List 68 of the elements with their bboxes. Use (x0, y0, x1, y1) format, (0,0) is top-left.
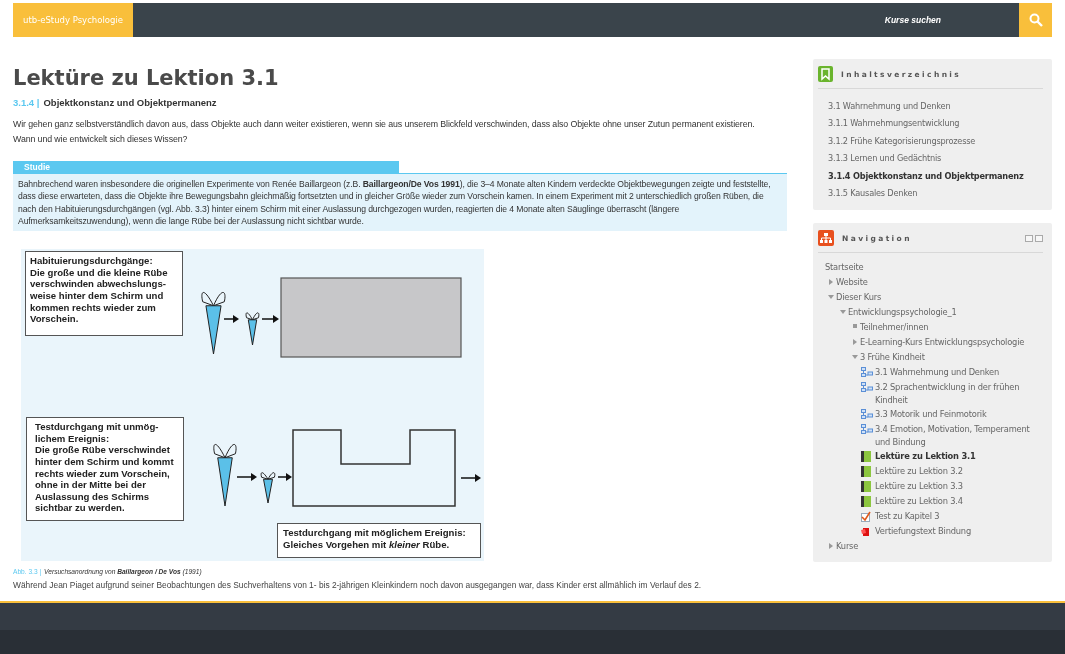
section-title: Objektkonstanz und Objektpermanenz (43, 97, 217, 108)
nav-link[interactable]: Vertiefungstext Bindung (875, 524, 971, 539)
search-button[interactable] (1019, 3, 1052, 37)
caret-down-icon[interactable] (839, 309, 846, 316)
carrot-drawing (245, 312, 260, 346)
pdf-icon (861, 527, 871, 538)
nav-link[interactable]: 3.3 Motorik und Feinmotorik (875, 407, 987, 422)
intro-text: Wir gehen ganz selbstverständlich davon aus, dass Objekte auch dann weiter existieren, wenn sie aus unserem Blickfeld verschwinden, dass also Objekte ohne unser Zutun permanent existieren. (13, 118, 756, 131)
figure-label: Testdurchgang mit unmög- lichem Ereignis: Die große Rübe verschwindet hinter dem Schirm und kommt rechts wieder zum Vorschein, ohne in der Mitte bei der Auslassung des Schirms sichtbar zu werden. (26, 417, 184, 522)
search-icon (1028, 13, 1043, 27)
arrow (460, 474, 481, 483)
checkmark-icon (861, 511, 871, 523)
bullet-icon (852, 324, 857, 329)
nav-link[interactable]: Startseite (825, 260, 864, 275)
toc-link[interactable]: 3.1.5 Kausales Denken (828, 185, 1043, 203)
collapse-control[interactable] (1025, 234, 1033, 242)
search-label: Kurse suchen (884, 15, 941, 25)
nav-link[interactable]: Dieser Kurs (836, 290, 882, 305)
nav-link[interactable]: 3.2 Sprachentwicklung in der frühen Kindheit (875, 380, 1043, 408)
toc-link[interactable]: 3.1.3 Lernen und Gedächtnis (828, 150, 1043, 168)
nav-link[interactable]: 3.1 Wahrnehmung und Denken (875, 365, 1000, 380)
nav-link[interactable]: Teilnehmer/innen (860, 320, 929, 335)
section-number: 3.1.4 | (13, 97, 40, 108)
book-icon (861, 451, 871, 463)
study-label: Studie (13, 161, 399, 173)
sitemap-icon (818, 230, 834, 247)
bookmark-icon (818, 66, 833, 82)
book-icon (861, 481, 871, 493)
body-text: Während Jean Piaget aufgrund seiner Beobachtungen des Suchverhaltens von 1- bis 2-jährigen Kleinkindern noch davon ausgegangen war, dass Kinder erst allmählich im Verlauf des 2. (13, 580, 703, 592)
arrow (236, 473, 257, 482)
nav-link[interactable]: E-Learning-Kurs Entwicklungspsychologie (860, 335, 1025, 350)
carrot-drawing (260, 472, 276, 504)
arrow (277, 473, 292, 482)
intro-text: Wann und wie entwickelt sich dieses Wissen? (13, 133, 189, 146)
sitemap-icon (861, 367, 873, 379)
sitemap-icon (861, 382, 873, 394)
carrot-drawing (213, 444, 237, 507)
caret-right-icon[interactable] (827, 543, 834, 550)
caret-down-icon[interactable] (827, 294, 834, 301)
dock-control[interactable] (1035, 234, 1043, 242)
nav-link[interactable]: 3 Frühe Kindheit (860, 350, 925, 365)
toc-link[interactable]: 3.1.1 Wahrnehmungsentwicklung (828, 115, 1043, 133)
nav-link[interactable]: Lektüre zu Lektion 3.3 (875, 479, 963, 494)
toc-link[interactable]: 3.1.2 Frühe Kategorisierungsprozesse (828, 132, 1043, 151)
caret-right-icon[interactable] (827, 279, 834, 286)
nav-link[interactable]: Lektüre zu Lektion 3.1 (875, 449, 976, 464)
caret-down-icon[interactable] (851, 354, 858, 361)
caret-right-icon[interactable] (851, 339, 858, 346)
nav-link[interactable]: 3.4 Emotion, Motivation, Temperament und Bindung (875, 422, 1043, 450)
figure-label: Habituierungsdurchgänge: Die große und die kleine Rübe verschwinden abwechslungs- weise hinter dem Schirm und kommen rechts wieder zum Vorschein. (25, 251, 183, 337)
nav-link[interactable]: Entwicklungspsychologie_1 (848, 305, 957, 320)
nav-link[interactable]: Lektüre zu Lektion 3.4 (875, 494, 963, 509)
sitemap-icon (861, 409, 873, 421)
figure-label: Testdurchgang mit möglichem Ereignis: Gleiches Vorgehen mit kleiner Rübe. (277, 523, 481, 559)
book-icon (861, 496, 871, 508)
nav-link[interactable]: Kurse (836, 539, 859, 554)
page-title: Lektüre zu Lektion 3.1 (13, 65, 280, 91)
book-icon (861, 466, 871, 478)
sitemap-icon (861, 424, 873, 436)
carrot-drawing (201, 292, 226, 355)
toc-link[interactable]: 3.1 Wahrnehmung und Denken (828, 98, 1043, 116)
arrow (223, 315, 239, 324)
nav-link[interactable]: Lektüre zu Lektion 3.2 (875, 464, 963, 479)
arrow (261, 315, 279, 324)
study-text: Bahnbrechend waren insbesondere die originellen Experimente von Renée Baillargeon (z.B. Baillargeon/De Vos 1991), die 3–4 Monate alten Kindern verdeckte Objektbewegungen zeigte und feststellte, dass diese erwarteten, dass die Objekte ihre Bewegungsbahn gleichmäßig fortsetzten und in gleicher Größe wieder zum Vorschein kamen. In einem Experiment mit 2 unterschiedlich großen Rüben, die nach den Habituierungsdurchgängen (vgl. Abb. 3.3) hinter einem Schirm mit einer Auslassung durchgezogen wurden, reagierten die 4 Monate alten Säuglinge überrascht (längere Aufmerksamkeitszuwendung), wenn die lange Rübe bei der Auslassung nicht sichtbar wurde. (13, 173, 787, 232)
nav-link[interactable]: Website (836, 275, 868, 290)
nav-link[interactable]: Test zu Kapitel 3 (875, 509, 940, 524)
toc-link[interactable]: 3.1.4 Objektkonstanz und Objektpermanenz (828, 167, 1043, 186)
